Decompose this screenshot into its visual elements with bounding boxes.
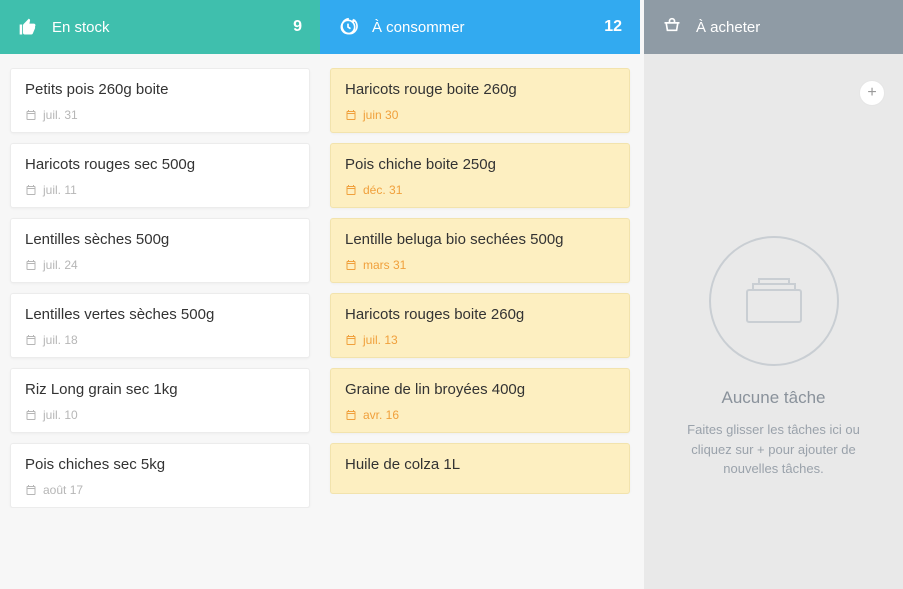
task-date: juil. 13: [345, 333, 615, 347]
task-title: Pois chiches sec 5kg: [25, 456, 295, 473]
thumbs-up-icon: [18, 17, 38, 37]
task-card[interactable]: Lentilles sèches 500g juil. 24: [10, 218, 310, 283]
task-title: Pois chiche boite 250g: [345, 156, 615, 173]
task-date-text: juil. 10: [43, 408, 78, 422]
task-title: Lentille beluga bio sechées 500g: [345, 231, 615, 248]
task-title: Haricots rouges boite 260g: [345, 306, 615, 323]
column-consume-count: 12: [604, 18, 622, 36]
task-title: Haricots rouge boite 260g: [345, 81, 615, 98]
clock-refresh-icon: [338, 17, 358, 37]
task-date-text: juil. 11: [43, 183, 77, 197]
task-card[interactable]: Haricots rouge boite 260g juin 30: [330, 68, 630, 133]
task-date-text: juil. 31: [43, 108, 78, 122]
task-title: Petits pois 260g boite: [25, 81, 295, 98]
column-buy-title: À acheter: [696, 19, 760, 36]
task-card[interactable]: Lentilles vertes sèches 500g juil. 18: [10, 293, 310, 358]
task-date-text: juin 30: [363, 108, 398, 122]
empty-state-title: Aucune tâche: [722, 388, 826, 408]
task-date-text: avr. 16: [363, 408, 399, 422]
stock-card-list: Petits pois 260g boite juil. 31 Haricots r…: [8, 68, 312, 508]
task-title: Lentilles sèches 500g: [25, 231, 295, 248]
task-card[interactable]: Graine de lin broyées 400g avr. 16: [330, 368, 630, 433]
task-date-text: juil. 24: [43, 258, 78, 272]
column-buy-header[interactable]: À acheter: [644, 0, 903, 54]
task-card[interactable]: Pois chiches sec 5kg août 17: [10, 443, 310, 508]
add-task-button[interactable]: +: [859, 80, 885, 106]
task-date-text: juil. 13: [363, 333, 398, 347]
task-title: Lentilles vertes sèches 500g: [25, 306, 295, 323]
task-date: juil. 18: [25, 333, 295, 347]
column-buy: À acheter + Aucune tâche Faites glisser …: [644, 0, 903, 589]
column-stock-title: En stock: [52, 19, 110, 36]
task-date: août 17: [25, 483, 295, 497]
task-date: juil. 11: [25, 183, 295, 197]
task-card[interactable]: Petits pois 260g boite juil. 31: [10, 68, 310, 133]
column-stock-header[interactable]: En stock 9: [0, 0, 320, 54]
task-date: juin 30: [345, 108, 615, 122]
consume-card-list: Haricots rouge boite 260g juin 30 Pois chi…: [328, 68, 632, 494]
task-date: juil. 10: [25, 408, 295, 422]
task-date: juil. 31: [25, 108, 295, 122]
empty-state-subtitle: Faites glisser les tâches ici ou cliquez…: [680, 420, 867, 479]
task-date-text: juil. 18: [43, 333, 78, 347]
task-card[interactable]: Pois chiche boite 250g déc. 31: [330, 143, 630, 208]
task-date: déc. 31: [345, 183, 615, 197]
column-consume: À consommer 12 Haricots rouge boite 260g…: [320, 0, 640, 589]
task-date: juil. 24: [25, 258, 295, 272]
task-date-text: août 17: [43, 483, 83, 497]
empty-state-icon: [709, 236, 839, 366]
column-consume-header[interactable]: À consommer 12: [320, 0, 640, 54]
column-stock: En stock 9 Petits pois 260g boite juil. 3…: [0, 0, 320, 589]
task-card[interactable]: Riz Long grain sec 1kg juil. 10: [10, 368, 310, 433]
column-consume-title: À consommer: [372, 19, 465, 36]
cart-icon: [662, 17, 682, 37]
task-title: Graine de lin broyées 400g: [345, 381, 615, 398]
task-date-text: mars 31: [363, 258, 406, 272]
task-card[interactable]: Lentille beluga bio sechées 500g mars 31: [330, 218, 630, 283]
empty-state: Aucune tâche Faites glisser les tâches i…: [652, 236, 895, 479]
task-card[interactable]: Haricots rouges sec 500g juil. 11: [10, 143, 310, 208]
task-card[interactable]: Huile de colza 1L: [330, 443, 630, 494]
column-stock-count: 9: [293, 18, 302, 36]
task-title: Haricots rouges sec 500g: [25, 156, 295, 173]
task-date: mars 31: [345, 258, 615, 272]
task-date-text: déc. 31: [363, 183, 402, 197]
task-title: Huile de colza 1L: [345, 456, 615, 473]
kanban-board: En stock 9 Petits pois 260g boite juil. 3…: [0, 0, 903, 589]
task-card[interactable]: Haricots rouges boite 260g juil. 13: [330, 293, 630, 358]
task-title: Riz Long grain sec 1kg: [25, 381, 295, 398]
task-date: avr. 16: [345, 408, 615, 422]
